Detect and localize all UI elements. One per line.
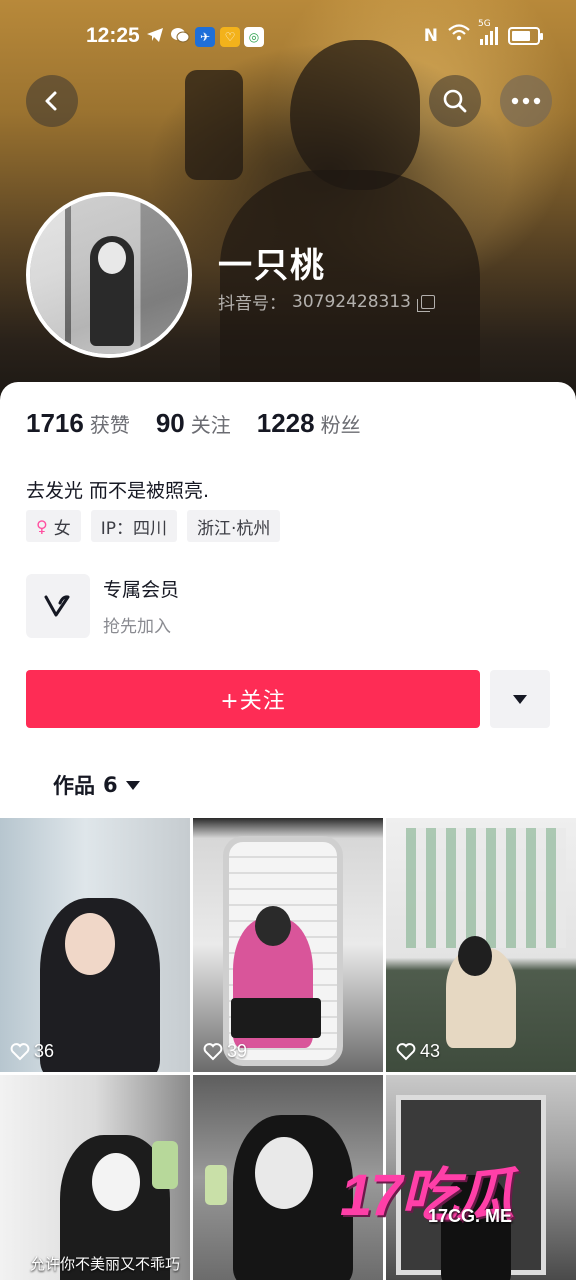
- bio-text: 去发光 而不是被照亮.: [26, 480, 210, 502]
- nfc-icon: N: [423, 25, 438, 46]
- caret-down-icon: [125, 780, 140, 790]
- system-status-icons: N 5G: [423, 19, 543, 47]
- watermark-logo: 17吃瓜 17CG. ME: [340, 1148, 560, 1228]
- app-notification-icon: ◎: [244, 26, 264, 47]
- tab-works[interactable]: 作品 6: [53, 770, 140, 800]
- member-subtitle: 抢先加入: [103, 617, 171, 637]
- stat-value: 90: [155, 408, 185, 438]
- heart-icon: [396, 1042, 416, 1060]
- like-count: 36: [10, 1041, 54, 1062]
- search-icon: [443, 89, 467, 113]
- stat-value: 1716: [26, 408, 84, 438]
- profile-tags: ♀ 女 IP：四川 浙江·杭州: [26, 510, 281, 542]
- banner-silhouette-phone: [185, 70, 243, 180]
- stats-row: 1716 获赞 90 关注 1228 粉丝: [26, 408, 387, 439]
- tag-location: 浙江·杭州: [186, 510, 281, 542]
- female-icon: ♀: [36, 516, 48, 536]
- stat-label: 粉丝: [320, 413, 361, 437]
- more-icon: [511, 97, 541, 105]
- stat-following[interactable]: 90 关注: [156, 408, 231, 439]
- more-options-button[interactable]: [500, 75, 552, 127]
- stat-label: 获赞: [89, 413, 130, 437]
- video-thumbnail[interactable]: 允许你不美丽又不乖巧: [0, 1075, 190, 1280]
- member-title: 专属会员: [103, 579, 180, 601]
- douyin-id-value: 30792428313: [292, 291, 411, 312]
- battery-icon: [508, 26, 543, 45]
- like-count: 39: [203, 1041, 247, 1062]
- stat-followers[interactable]: 1228 粉丝: [257, 408, 361, 439]
- video-thumbnail[interactable]: 43: [386, 818, 576, 1072]
- status-bar: 12:25 ✈ ♡ ◎ N 5G: [0, 0, 576, 72]
- recommend-dropdown-button[interactable]: [490, 670, 550, 728]
- stat-value: 1228: [256, 408, 315, 438]
- stat-label: 关注: [190, 413, 231, 437]
- video-caption: 允许你不美丽又不乖巧: [30, 1255, 181, 1273]
- heart-icon: [203, 1042, 223, 1060]
- douyin-id-label: 抖音号：: [218, 294, 286, 314]
- stat-likes[interactable]: 1716 获赞: [26, 408, 130, 439]
- signal-icon: 5G: [478, 19, 498, 45]
- wechat-icon: [170, 26, 190, 46]
- network-type: 5G: [478, 18, 491, 29]
- tag-gender: ♀ 女: [26, 510, 81, 542]
- chevron-left-icon: [45, 91, 57, 111]
- watermark-domain: 17CG. ME: [428, 1206, 513, 1226]
- app-notification-icon: ♡: [220, 26, 240, 47]
- status-time: 12:25: [86, 24, 140, 47]
- copy-icon[interactable]: [416, 294, 435, 312]
- follow-button[interactable]: +关注: [26, 670, 480, 728]
- back-button[interactable]: [26, 75, 78, 127]
- heart-icon: [10, 1042, 30, 1060]
- search-button[interactable]: [429, 75, 481, 127]
- tab-works-count: 6: [103, 773, 118, 797]
- wifi-icon: [448, 24, 470, 47]
- avatar[interactable]: [26, 192, 192, 358]
- nickname: 一只桃: [218, 246, 326, 286]
- caret-down-icon: [513, 694, 527, 704]
- tag-gender-label: 女: [53, 518, 71, 539]
- tab-works-label: 作品: [53, 774, 95, 798]
- app-notification-icon: ✈: [195, 26, 215, 47]
- telegram-icon: [146, 26, 164, 46]
- member-logo-icon: [26, 574, 90, 638]
- tag-ip: IP：四川: [90, 510, 177, 542]
- video-thumbnail[interactable]: 39: [193, 818, 383, 1072]
- member-entry[interactable]: 专属会员 抢先加入: [26, 574, 179, 638]
- video-thumbnail[interactable]: 36: [0, 818, 190, 1072]
- like-count: 43: [396, 1041, 440, 1062]
- douyin-id[interactable]: 抖音号： 30792428313: [218, 289, 435, 314]
